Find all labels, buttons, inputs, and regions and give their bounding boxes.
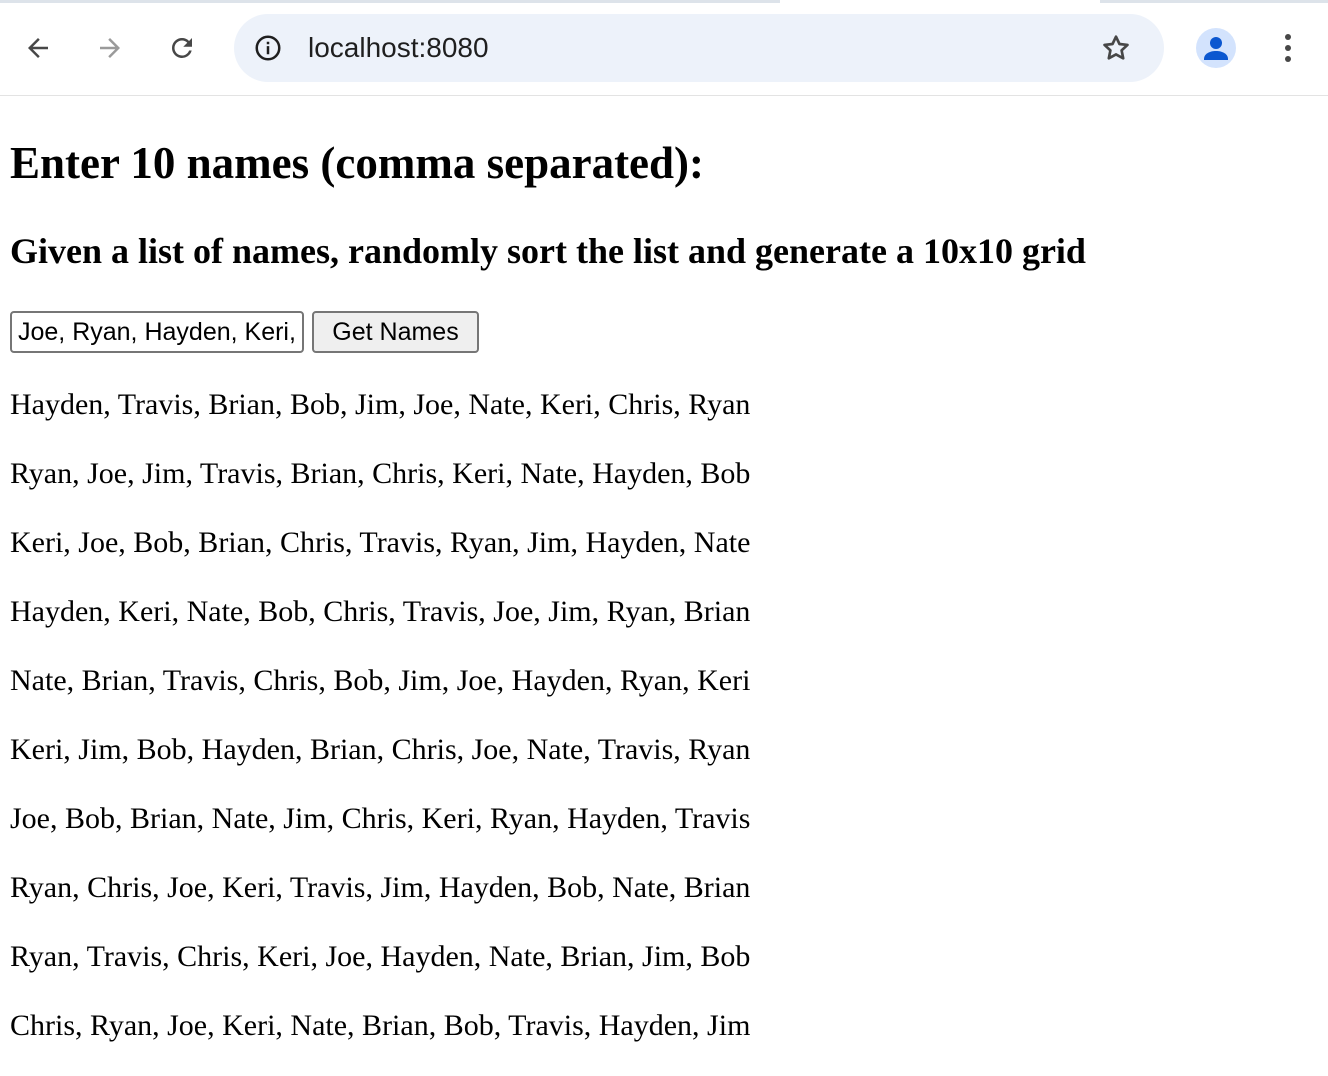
page-content: Enter 10 names (comma separated): Given …	[0, 96, 1328, 1066]
reload-button[interactable]	[158, 24, 206, 72]
grid-row: Joe, Bob, Brian, Nate, Jim, Chris, Keri,…	[10, 802, 751, 835]
profile-button[interactable]	[1196, 28, 1236, 68]
names-input[interactable]	[10, 311, 304, 353]
arrow-right-icon	[100, 38, 120, 58]
arrow-left-icon	[28, 38, 48, 58]
tab-strip-edge	[0, 0, 1328, 3]
bookmark-button[interactable]	[1096, 28, 1136, 68]
page-title: Enter 10 names (comma separated):	[10, 138, 705, 188]
grid-row: Ryan, Travis, Chris, Keri, Joe, Hayden, …	[10, 940, 751, 973]
menu-button[interactable]	[1268, 24, 1308, 72]
grid-row: Keri, Joe, Bob, Brian, Chris, Travis, Ry…	[10, 526, 751, 559]
person-icon	[1204, 37, 1228, 60]
browser-toolbar: localhost:8080	[0, 0, 1328, 96]
address-bar[interactable]: localhost:8080	[234, 14, 1164, 82]
name-grid: Hayden, Travis, Brian, Bob, Jim, Joe, Na…	[10, 386, 750, 1076]
reload-icon	[172, 37, 192, 58]
grid-row: Nate, Brian, Travis, Chris, Bob, Jim, Jo…	[10, 664, 751, 697]
grid-row: Keri, Jim, Bob, Hayden, Brian, Chris, Jo…	[10, 733, 751, 766]
back-button[interactable]	[14, 24, 62, 72]
grid-row: Hayden, Keri, Nate, Bob, Chris, Travis, …	[10, 595, 751, 628]
grid-row: Hayden, Travis, Brian, Bob, Jim, Joe, Na…	[10, 388, 751, 421]
page-subtitle: Given a list of names, randomly sort the…	[10, 231, 1086, 271]
star-icon	[1103, 35, 1129, 60]
get-names-button[interactable]: Get Names	[312, 311, 479, 353]
kebab-menu-icon	[1285, 34, 1291, 62]
grid-row: Ryan, Joe, Jim, Travis, Brian, Chris, Ke…	[10, 457, 751, 490]
url-text[interactable]: localhost:8080	[308, 14, 489, 82]
info-icon	[255, 35, 281, 61]
forward-button[interactable]	[86, 24, 134, 72]
grid-row: Ryan, Chris, Joe, Keri, Travis, Jim, Hay…	[10, 871, 751, 904]
site-info-button[interactable]	[248, 28, 288, 68]
